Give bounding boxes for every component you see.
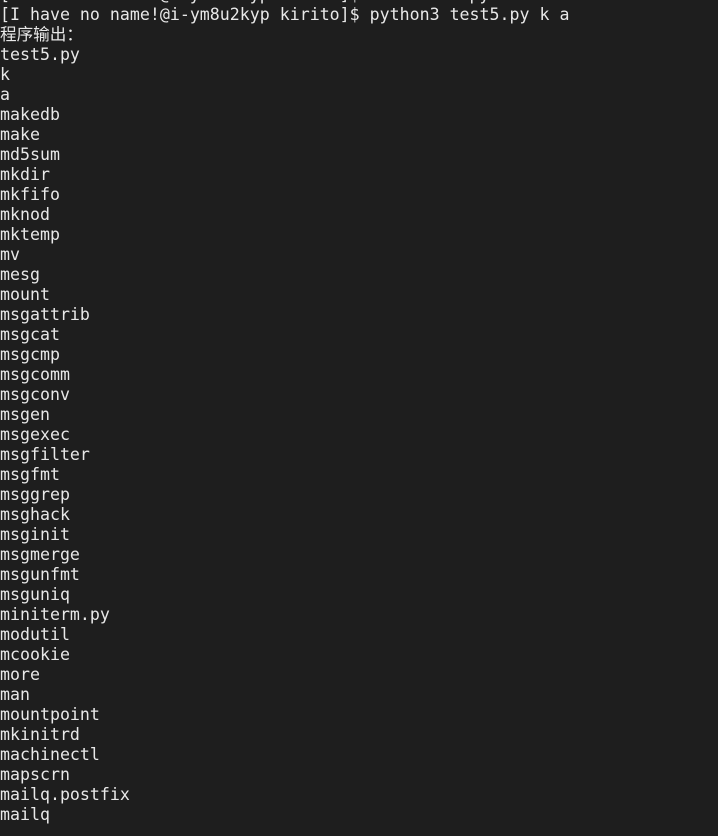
terminal-output[interactable]: [I have no name!@i-ym8u2kyp kirito]$ vim… [0,0,569,825]
output-line: msgcmp [0,345,60,364]
output-line: machinectl [0,745,100,764]
output-line: msghack [0,505,70,524]
output-line: more [0,665,40,684]
output-line: mkinitrd [0,725,80,744]
output-line: msgattrib [0,305,90,324]
output-line: mknod [0,205,50,224]
output-line: man [0,685,30,704]
output-line: makedb [0,105,60,124]
output-line: msgexec [0,425,70,444]
output-line: msgcat [0,325,60,344]
output-line: mountpoint [0,705,100,724]
output-line: modutil [0,625,70,644]
output-line: msgunfmt [0,565,80,584]
output-line: msgfmt [0,465,60,484]
output-line: msgconv [0,385,70,404]
output-line: mkfifo [0,185,60,204]
output-line: msgen [0,405,50,424]
output-line: md5sum [0,145,60,164]
output-line: mkdir [0,165,50,184]
output-line: miniterm.py [0,605,110,624]
output-line: a [0,85,10,104]
output-line: mount [0,285,50,304]
output-line: mcookie [0,645,70,664]
output-line: msgfilter [0,445,90,464]
output-line: msginit [0,525,70,544]
output-line: msgcomm [0,365,70,384]
output-line: test5.py [0,45,80,64]
command-line: [I have no name!@i-ym8u2kyp kirito]$ pyt… [0,5,570,24]
output-line: mesg [0,265,40,284]
output-line: mailq.postfix [0,785,130,804]
output-line: 程序输出： [0,25,83,44]
output-line: mailq [0,805,50,824]
output-line: mv [0,245,20,264]
output-line: mktemp [0,225,60,244]
output-line: msgmerge [0,545,80,564]
output-line: mapscrn [0,765,70,784]
output-line: k [0,65,10,84]
output-line: msguniq [0,585,70,604]
output-line: make [0,125,40,144]
output-line: msggrep [0,485,70,504]
